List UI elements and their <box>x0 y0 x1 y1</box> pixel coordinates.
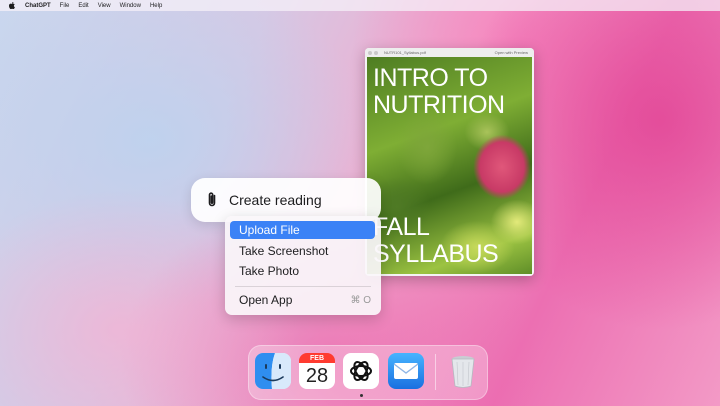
menu-bar: ChatGPT File Edit View Window Help <box>0 0 720 11</box>
apple-icon[interactable] <box>8 2 15 10</box>
trash-icon[interactable] <box>445 353 481 389</box>
calendar-day: 28 <box>299 363 335 389</box>
menu-file[interactable]: File <box>60 3 70 9</box>
menu-item-label: Take Screenshot <box>239 244 329 258</box>
menu-app-name[interactable]: ChatGPT <box>25 3 51 9</box>
open-with-preview-button[interactable]: Open with Preview <box>495 50 528 55</box>
chatgpt-running-indicator <box>360 394 363 397</box>
menu-item-open-app[interactable]: Open App ⌘ O <box>230 291 375 309</box>
paperclip-icon <box>204 191 220 209</box>
cover-subtitle: FALL SYLLABUS <box>373 213 499 268</box>
mail-icon[interactable] <box>388 353 424 389</box>
cover-title: INTRO TO NUTRITION <box>373 65 505 119</box>
minimize-window-icon[interactable] <box>374 50 378 55</box>
attach-menu: Upload File Take Screenshot Take Photo O… <box>225 216 381 315</box>
menu-help[interactable]: Help <box>150 3 162 9</box>
preview-titlebar: NUTR101_Syllabus.pdf Open with Preview <box>365 48 534 57</box>
menu-item-take-photo[interactable]: Take Photo <box>230 262 375 280</box>
menu-item-label: Upload File <box>239 223 300 237</box>
dock-divider <box>435 354 436 390</box>
menu-edit[interactable]: Edit <box>78 3 88 9</box>
close-window-icon[interactable] <box>368 50 372 55</box>
create-reading-label: Create reading <box>229 192 322 208</box>
open-app-shortcut: ⌘ O <box>350 294 371 306</box>
menu-view[interactable]: View <box>98 3 111 9</box>
calendar-icon[interactable]: FEB 28 <box>299 353 335 389</box>
finder-icon[interactable] <box>255 353 291 389</box>
menu-item-take-screenshot[interactable]: Take Screenshot <box>230 242 375 260</box>
preview-filename: NUTR101_Syllabus.pdf <box>384 50 426 55</box>
cover-title-line-2: NUTRITION <box>373 91 505 119</box>
cover-subtitle-line-1: FALL <box>373 213 430 241</box>
cover-title-line-1: INTRO TO <box>373 64 488 92</box>
syllabus-cover-image: INTRO TO NUTRITION FALL SYLLABUS <box>367 57 532 274</box>
pdf-preview-window[interactable]: NUTR101_Syllabus.pdf Open with Preview I… <box>365 48 534 276</box>
menu-window[interactable]: Window <box>120 3 141 9</box>
menu-separator <box>235 286 371 287</box>
cover-subtitle-line-2: SYLLABUS <box>373 240 499 268</box>
dock: FEB 28 <box>248 345 488 400</box>
menu-item-label: Take Photo <box>239 264 300 278</box>
menu-item-upload-file[interactable]: Upload File <box>230 221 375 239</box>
chatgpt-icon[interactable] <box>343 353 379 389</box>
menu-item-label: Open App <box>239 293 293 307</box>
